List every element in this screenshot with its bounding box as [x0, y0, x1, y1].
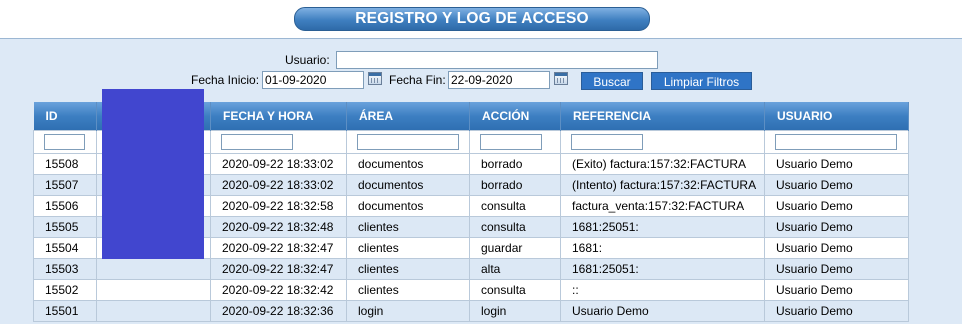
cell-usuario: Usuario Demo [764, 258, 909, 280]
cell-area: clientes [346, 216, 470, 238]
cell-accion: guardar [469, 237, 561, 259]
cell-accion: consulta [469, 279, 561, 301]
column-header-referencia[interactable]: REFERENCIA [560, 102, 765, 131]
cell-usuario: Usuario Demo [764, 300, 909, 322]
filter-referencia-input[interactable] [571, 134, 643, 150]
cell-referencia: (Intento) factura:157:32:FACTURA [560, 174, 765, 196]
cell-id: 15507 [33, 174, 97, 196]
cell-usuario: Usuario Demo [764, 195, 909, 217]
cell-fecha: 2020-09-22 18:32:42 [210, 279, 347, 301]
cell-usuario: Usuario Demo [764, 237, 909, 259]
column-header-accion[interactable]: ACCIÓN [469, 102, 561, 131]
column-header-area[interactable]: ÁREA [346, 102, 470, 131]
cell-area: documentos [346, 195, 470, 217]
cell-accion: login [469, 300, 561, 322]
cell-area: documentos [346, 153, 470, 175]
usuario-input[interactable] [336, 51, 658, 69]
redacted-ip-block [102, 89, 204, 259]
cell-area: clientes [346, 279, 470, 301]
cell-fecha: 2020-09-22 18:32:36 [210, 300, 347, 322]
cell-referencia: 1681: [560, 237, 765, 259]
cell-fecha: 2020-09-22 18:32:47 [210, 237, 347, 259]
page-title: REGISTRO Y LOG DE ACCESO [294, 7, 650, 31]
cell-accion: consulta [469, 216, 561, 238]
cell-referencia: Usuario Demo [560, 300, 765, 322]
filter-fecha-input[interactable] [221, 134, 293, 150]
calendar-icon[interactable] [554, 72, 568, 85]
cell-ip [96, 258, 211, 280]
usuario-label: Usuario: [285, 53, 330, 67]
fecha-inicio-input[interactable] [262, 71, 364, 89]
cell-id: 15505 [33, 216, 97, 238]
cell-id: 15501 [33, 300, 97, 322]
cell-area: login [346, 300, 470, 322]
cell-referencia: 1681:25051: [560, 258, 765, 280]
table-row[interactable]: 15503 2020-09-22 18:32:47 clientes alta 1681… [33, 258, 909, 280]
cell-id: 15503 [33, 258, 97, 280]
cell-usuario: Usuario Demo [764, 174, 909, 196]
cell-id: 15508 [33, 153, 97, 175]
cell-referencia: (Exito) factura:157:32:FACTURA [560, 153, 765, 175]
cell-ip [96, 279, 211, 301]
table-row[interactable]: 15502 2020-09-22 18:32:42 clientes consulta… [33, 279, 909, 301]
column-header-id[interactable]: ID [33, 102, 97, 131]
cell-id: 15502 [33, 279, 97, 301]
filter-usuario-input[interactable] [775, 134, 897, 150]
table-row[interactable]: 15501 2020-09-22 18:32:36 login login Usuari… [33, 300, 909, 322]
buscar-button[interactable]: Buscar [581, 72, 643, 90]
filter-id-input[interactable] [44, 134, 85, 150]
filter-area-input[interactable] [357, 134, 459, 150]
fecha-fin-label: Fecha Fin: [389, 73, 446, 87]
cell-usuario: Usuario Demo [764, 279, 909, 301]
cell-ip [96, 300, 211, 322]
cell-usuario: Usuario Demo [764, 153, 909, 175]
fecha-fin-input[interactable] [448, 71, 550, 89]
calendar-icon[interactable] [368, 72, 382, 85]
cell-referencia: :: [560, 279, 765, 301]
limpiar-filtros-button[interactable]: Limpiar Filtros [651, 72, 752, 90]
cell-accion: alta [469, 258, 561, 280]
cell-area: documentos [346, 174, 470, 196]
cell-accion: borrado [469, 153, 561, 175]
cell-referencia: 1681:25051: [560, 216, 765, 238]
cell-id: 15506 [33, 195, 97, 217]
cell-usuario: Usuario Demo [764, 216, 909, 238]
cell-id: 15504 [33, 237, 97, 259]
filter-accion-input[interactable] [480, 134, 542, 150]
cell-accion: consulta [469, 195, 561, 217]
fecha-inicio-label: Fecha Inicio: [191, 73, 260, 87]
cell-fecha: 2020-09-22 18:32:48 [210, 216, 347, 238]
cell-area: clientes [346, 258, 470, 280]
cell-fecha: 2020-09-22 18:32:47 [210, 258, 347, 280]
column-header-fecha[interactable]: FECHA Y HORA [210, 102, 347, 131]
cell-accion: borrado [469, 174, 561, 196]
cell-referencia: factura_venta:157:32:FACTURA [560, 195, 765, 217]
cell-area: clientes [346, 237, 470, 259]
cell-fecha: 2020-09-22 18:33:02 [210, 153, 347, 175]
column-header-usuario[interactable]: USUARIO [764, 102, 909, 131]
cell-fecha: 2020-09-22 18:32:58 [210, 195, 347, 217]
cell-fecha: 2020-09-22 18:33:02 [210, 174, 347, 196]
